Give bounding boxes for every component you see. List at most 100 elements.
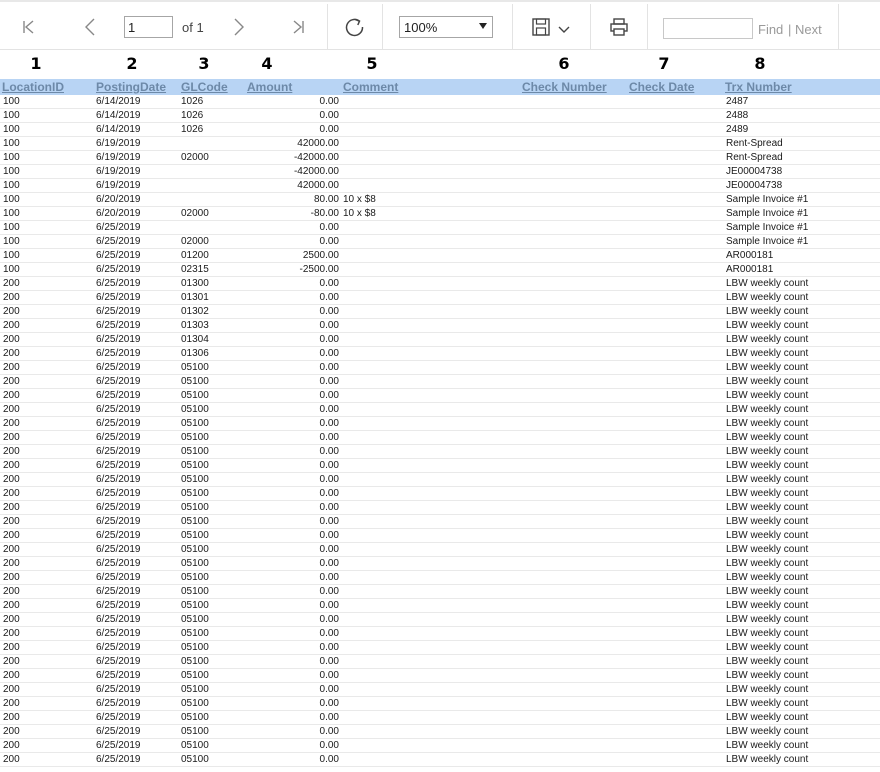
table-row: 200 6/25/2019 05100 0.00 LBW weekly count xyxy=(0,529,880,543)
refresh-icon[interactable] xyxy=(343,15,367,39)
header-posting-date[interactable]: PostingDate xyxy=(96,80,166,94)
find-link[interactable]: Find xyxy=(758,22,783,37)
cell-amount: 0.00 xyxy=(319,474,339,485)
cell-gl-code: 1026 xyxy=(181,96,204,107)
cell-amount: 0.00 xyxy=(319,586,339,597)
cell-posting-date: 6/25/2019 xyxy=(96,432,141,443)
header-amount[interactable]: Amount xyxy=(247,80,292,94)
cell-gl-code: 05100 xyxy=(181,446,209,457)
cell-amount: 0.00 xyxy=(319,418,339,429)
cell-gl-code: 05100 xyxy=(181,418,209,429)
cell-location-id: 100 xyxy=(3,138,20,149)
cell-trx-number: LBW weekly count xyxy=(726,740,809,751)
cell-trx-number: LBW weekly count xyxy=(726,418,809,429)
cell-posting-date: 6/25/2019 xyxy=(96,292,141,303)
cell-location-id: 200 xyxy=(3,432,20,443)
next-page-icon[interactable] xyxy=(229,15,249,39)
cell-gl-code: 05100 xyxy=(181,628,209,639)
cell-amount: -42000.00 xyxy=(293,166,339,177)
cell-gl-code: 05100 xyxy=(181,754,209,765)
cell-location-id: 200 xyxy=(3,390,20,401)
cell-amount: 0.00 xyxy=(319,698,339,709)
cell-amount: 0.00 xyxy=(319,740,339,751)
cell-posting-date: 6/25/2019 xyxy=(96,320,141,331)
cell-gl-code: 05100 xyxy=(181,530,209,541)
cell-posting-date: 6/25/2019 xyxy=(96,306,141,317)
first-page-icon[interactable] xyxy=(19,15,39,39)
cell-location-id: 200 xyxy=(3,446,20,457)
cell-location-id: 200 xyxy=(3,516,20,527)
header-gl-code[interactable]: GLCode xyxy=(181,80,228,94)
cell-posting-date: 6/25/2019 xyxy=(96,362,141,373)
cell-location-id: 200 xyxy=(3,684,20,695)
cell-amount: 0.00 xyxy=(319,320,339,331)
cell-amount: 0.00 xyxy=(319,236,339,247)
page-number-input[interactable] xyxy=(124,16,173,38)
cell-trx-number: LBW weekly count xyxy=(726,474,809,485)
table-row: 200 6/25/2019 05100 0.00 LBW weekly count xyxy=(0,683,880,697)
table-row: 200 6/25/2019 01300 0.00 LBW weekly count xyxy=(0,277,880,291)
next-link[interactable]: Next xyxy=(795,22,822,37)
cell-location-id: 100 xyxy=(3,236,20,247)
cell-amount: 0.00 xyxy=(319,530,339,541)
export-button[interactable] xyxy=(531,15,573,39)
cell-gl-code: 01303 xyxy=(181,320,209,331)
cell-posting-date: 6/25/2019 xyxy=(96,586,141,597)
cell-amount: 0.00 xyxy=(319,656,339,667)
cell-trx-number: LBW weekly count xyxy=(726,516,809,527)
cell-posting-date: 6/25/2019 xyxy=(96,236,141,247)
cell-trx-number: 2489 xyxy=(726,124,749,135)
table-row: 200 6/25/2019 05100 0.00 LBW weekly count xyxy=(0,627,880,641)
table-row: 100 6/25/2019 01200 2500.00 AR000181 xyxy=(0,249,880,263)
report-toolbar: of 1 100% Find | Next xyxy=(0,0,880,50)
cell-location-id: 200 xyxy=(3,698,20,709)
cell-location-id: 200 xyxy=(3,740,20,751)
cell-trx-number: LBW weekly count xyxy=(726,572,809,583)
cell-location-id: 200 xyxy=(3,572,20,583)
cell-amount: 0.00 xyxy=(319,628,339,639)
cell-location-id: 200 xyxy=(3,586,20,597)
find-input[interactable] xyxy=(663,18,753,39)
header-check-date[interactable]: Check Date xyxy=(629,80,694,94)
header-trx-number[interactable]: Trx Number xyxy=(725,80,792,94)
cell-trx-number: LBW weekly count xyxy=(726,544,809,555)
cell-posting-date: 6/25/2019 xyxy=(96,264,141,275)
cell-location-id: 200 xyxy=(3,614,20,625)
table-row: 200 6/25/2019 05100 0.00 LBW weekly count xyxy=(0,361,880,375)
cell-location-id: 200 xyxy=(3,726,20,737)
cell-location-id: 100 xyxy=(3,96,20,107)
cell-trx-number: LBW weekly count xyxy=(726,362,809,373)
cell-trx-number: LBW weekly count xyxy=(726,460,809,471)
cell-posting-date: 6/25/2019 xyxy=(96,474,141,485)
cell-trx-number: LBW weekly count xyxy=(726,404,809,415)
cell-gl-code: 05100 xyxy=(181,516,209,527)
cell-trx-number: LBW weekly count xyxy=(726,432,809,443)
column-number: 4 xyxy=(261,54,273,73)
cell-gl-code: 1026 xyxy=(181,110,204,121)
cell-trx-number: AR000181 xyxy=(726,264,774,275)
cell-trx-number: LBW weekly count xyxy=(726,306,809,317)
table-row: 200 6/25/2019 05100 0.00 LBW weekly count xyxy=(0,599,880,613)
cell-gl-code: 05100 xyxy=(181,572,209,583)
cell-posting-date: 6/25/2019 xyxy=(96,656,141,667)
cell-location-id: 200 xyxy=(3,712,20,723)
table-row: 100 6/25/2019 0.00 Sample Invoice #1 xyxy=(0,221,880,235)
page-count-label: of 1 xyxy=(182,20,204,35)
cell-posting-date: 6/25/2019 xyxy=(96,572,141,583)
cell-amount: 0.00 xyxy=(319,96,339,107)
cell-trx-number: LBW weekly count xyxy=(726,488,809,499)
cell-posting-date: 6/25/2019 xyxy=(96,544,141,555)
last-page-icon[interactable] xyxy=(288,15,308,39)
print-icon[interactable] xyxy=(608,15,630,39)
header-comment[interactable]: Comment xyxy=(343,80,398,94)
cell-gl-code: 05100 xyxy=(181,614,209,625)
column-number: 7 xyxy=(658,54,670,73)
cell-posting-date: 6/25/2019 xyxy=(96,516,141,527)
previous-page-icon[interactable] xyxy=(80,15,100,39)
cell-amount: -42000.00 xyxy=(293,152,339,163)
header-check-number[interactable]: Check Number xyxy=(522,80,607,94)
cell-gl-code: 05100 xyxy=(181,740,209,751)
header-location-id[interactable]: LocationID xyxy=(2,80,64,94)
cell-trx-number: LBW weekly count xyxy=(726,530,809,541)
zoom-select[interactable]: 100% xyxy=(399,16,493,38)
